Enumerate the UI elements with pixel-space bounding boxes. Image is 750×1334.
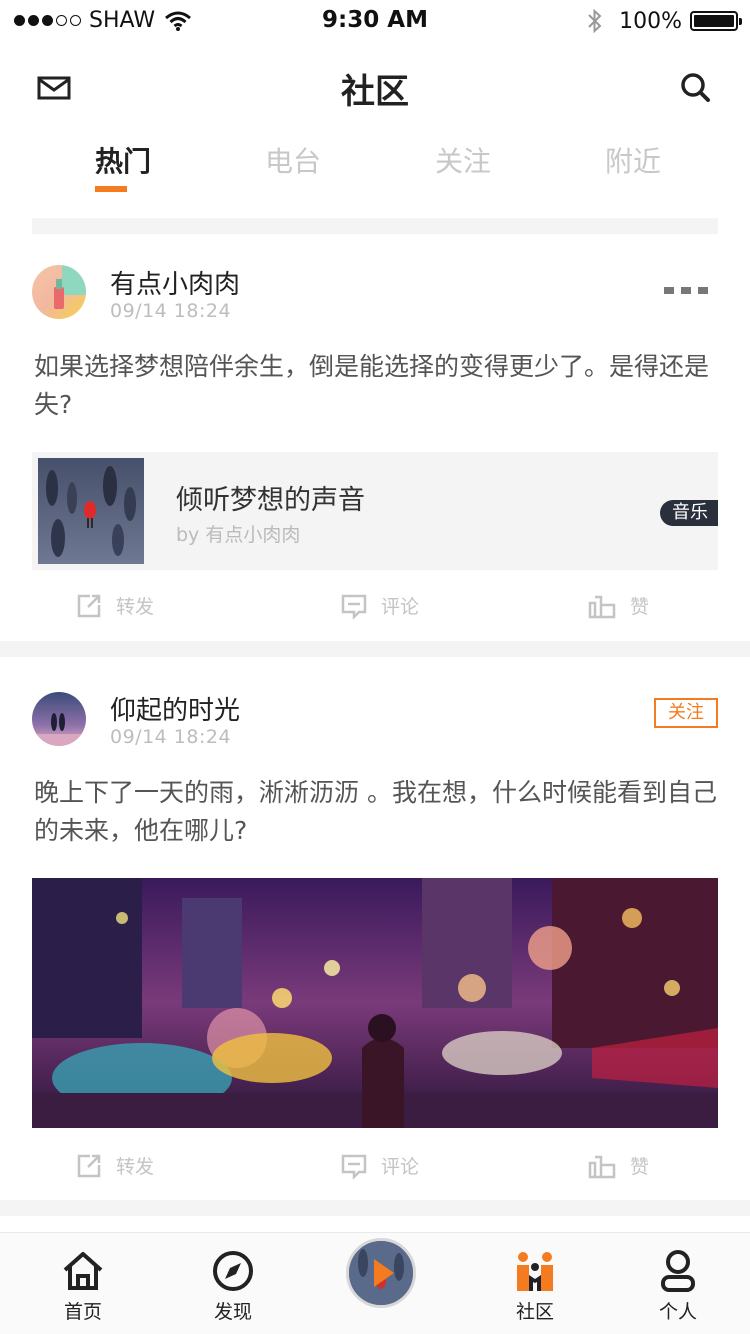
tab-hot[interactable]: 热门 <box>63 140 183 180</box>
tabbar-item-discover[interactable]: 发现 <box>178 1233 288 1334</box>
follow-button[interactable]: 关注 <box>654 698 718 728</box>
post-separator <box>0 641 750 657</box>
community-icon <box>517 1252 553 1291</box>
forward-icon <box>77 594 101 617</box>
comment-label: 评论 <box>381 1156 420 1178</box>
like-icon <box>588 595 616 618</box>
shared-content-card[interactable]: 倾听梦想的声音 by 有点小肉肉 音乐 <box>32 452 718 570</box>
tabbar-label: 首页 <box>63 1301 102 1323</box>
comment-button[interactable]: 评论 <box>341 592 419 619</box>
person-icon <box>661 1250 695 1292</box>
like-label: 赞 <box>630 596 650 618</box>
like-icon <box>588 1155 616 1178</box>
comment-label: 评论 <box>381 596 420 618</box>
forward-button[interactable]: 转发 <box>76 592 154 619</box>
search-icon <box>681 73 710 102</box>
active-tab-indicator <box>95 186 127 192</box>
forward-label: 转发 <box>116 1156 155 1178</box>
tabbar-item-profile[interactable]: 个人 <box>623 1233 733 1334</box>
page-title: 社区 <box>341 72 409 112</box>
share-thumbnail <box>38 458 144 564</box>
share-author: by 有点小肉肉 <box>176 524 301 546</box>
post-time: 09/14 18:24 <box>110 726 232 748</box>
avatar[interactable] <box>32 692 86 746</box>
more-options-button[interactable] <box>664 278 714 302</box>
post-text: 如果选择梦想陪伴余生，倒是能选择的变得更少了。是得还是失? <box>34 352 710 419</box>
share-title: 倾听梦想的声音 <box>176 485 365 516</box>
tab-radio[interactable]: 电台 <box>233 140 353 180</box>
post-text: 晚上下了一天的雨，淅淅沥沥 。我在想，什么时候能看到自己的未来，他在哪儿? <box>34 778 717 845</box>
forward-icon <box>77 1154 101 1177</box>
compass-icon <box>213 1251 253 1291</box>
tabbar-item-community[interactable]: 社区 <box>480 1233 590 1334</box>
bluetooth-icon <box>588 8 602 34</box>
status-bar: SHAW 9:30 AM 100% <box>0 0 750 40</box>
post-separator <box>0 1200 750 1216</box>
avatar[interactable] <box>32 265 86 319</box>
post-image[interactable] <box>32 878 718 1128</box>
more-icon <box>664 286 708 294</box>
home-icon <box>63 1252 103 1290</box>
battery-percent: 100% <box>619 8 682 34</box>
like-button[interactable]: 赞 <box>588 592 649 619</box>
category-badge: 音乐 <box>660 500 718 526</box>
comment-icon <box>341 1154 367 1179</box>
tabbar-label: 个人 <box>658 1301 697 1323</box>
tab-follow[interactable]: 关注 <box>403 140 523 180</box>
now-playing-button[interactable] <box>346 1238 416 1308</box>
comment-icon <box>341 594 367 619</box>
battery-icon <box>690 11 742 31</box>
tabbar-item-home[interactable]: 首页 <box>28 1233 138 1334</box>
tab-nearby[interactable]: 附近 <box>573 140 693 180</box>
category-tabs: 热门 电台 关注 附近 <box>0 140 750 200</box>
like-button[interactable]: 赞 <box>588 1152 649 1179</box>
divider <box>32 218 718 234</box>
status-right: 100% <box>587 8 742 34</box>
comment-button[interactable]: 评论 <box>341 1152 419 1179</box>
like-label: 赞 <box>630 1156 650 1178</box>
search-button[interactable] <box>672 64 720 112</box>
tabbar-label: 发现 <box>213 1301 252 1323</box>
user-name[interactable]: 仰起的时光 <box>110 690 240 727</box>
user-name[interactable]: 有点小肉肉 <box>110 264 240 301</box>
post-time: 09/14 18:24 <box>110 300 232 322</box>
tabbar-label: 社区 <box>515 1301 554 1323</box>
forward-label: 转发 <box>116 596 155 618</box>
forward-button[interactable]: 转发 <box>76 1152 154 1179</box>
